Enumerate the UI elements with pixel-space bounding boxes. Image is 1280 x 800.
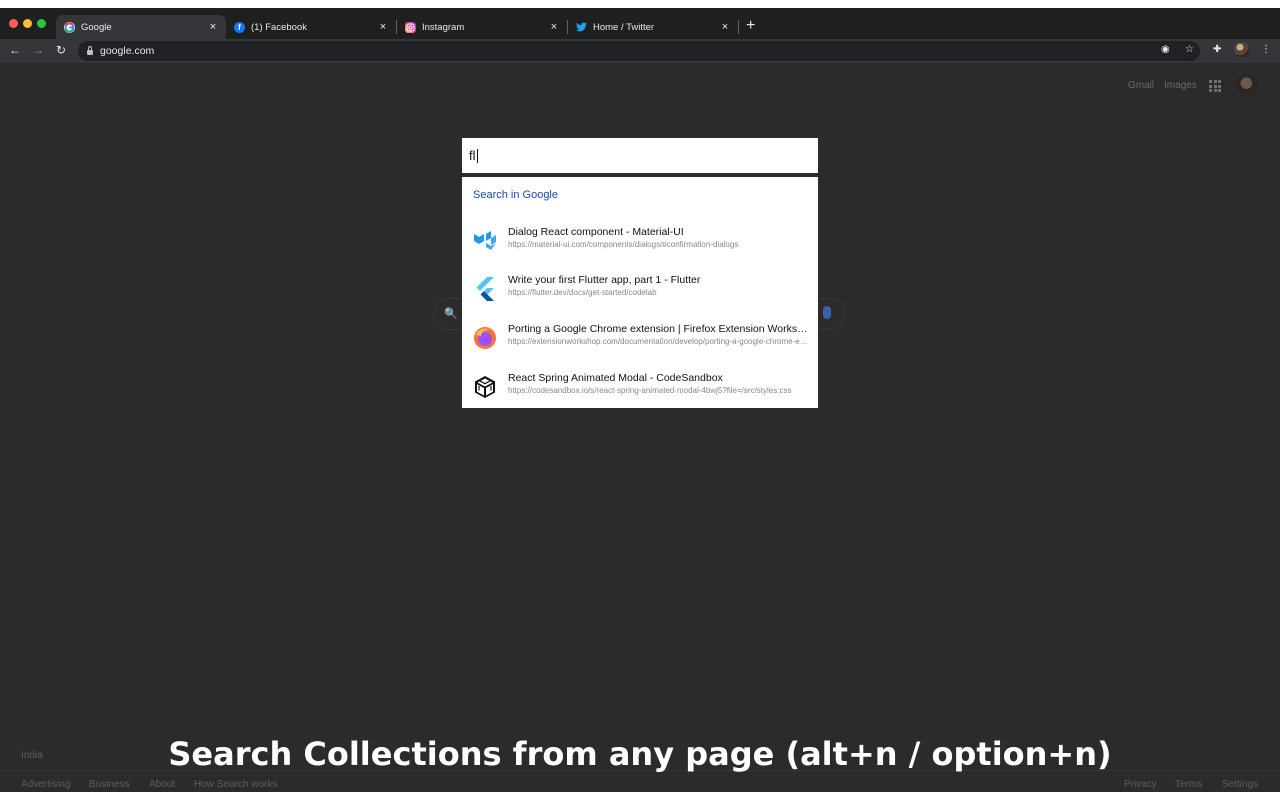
gmail-link[interactable]: Gmail [1128,80,1154,91]
search-in-google-link[interactable]: Search in Google [473,189,558,201]
result-url: https://extensionworkshop.com/documentat… [508,337,808,346]
puzzle-icon[interactable]: ✚ [1213,44,1221,55]
feature-caption: Search Collections from any page (alt+n … [168,735,1112,773]
result-item[interactable]: Dialog React component - Material-UI htt… [462,226,818,274]
tab-separator [738,20,739,34]
apps-grid-icon[interactable] [1209,80,1221,92]
result-title: React Spring Animated Modal - CodeSandbo… [508,372,723,384]
collections-search-input[interactable]: fl [462,138,818,173]
flutter-icon [473,277,497,301]
target-icon[interactable]: ◉ [1161,44,1170,55]
footer-about-link[interactable]: About [149,779,175,790]
result-url: https://material-ui.com/components/dialo… [508,240,739,249]
forward-button[interactable]: → [30,42,46,58]
tab-title: Google [81,21,112,33]
material-ui-icon [473,229,497,253]
close-window-button[interactable] [9,19,18,28]
result-item[interactable]: Write your first Flutter app, part 1 - F… [462,274,818,322]
tab-google[interactable]: Google × [56,15,226,39]
profile-avatar[interactable] [1234,42,1249,57]
tab-title: Home / Twitter [593,21,655,33]
footer-business-link[interactable]: Business [89,779,130,790]
text-caret [476,148,478,163]
reload-button[interactable]: ↻ [53,42,69,58]
tab-close-icon[interactable]: × [547,21,561,33]
new-tab-button[interactable]: + [746,18,755,34]
toolbar: ← → ↻ google.com ◉ ☆ ✚ ⋮ [0,39,1280,63]
result-title: Write your first Flutter app, part 1 - F… [508,274,701,286]
tab-strip: Google × f (1) Facebook × Instagram × Ho… [0,8,1280,39]
tab-close-icon[interactable]: × [376,21,390,33]
footer-terms-link[interactable]: Terms [1175,779,1202,790]
tab-facebook[interactable]: f (1) Facebook × [226,15,396,39]
tab-title: (1) Facebook [251,21,307,33]
result-item[interactable]: React Spring Animated Modal - CodeSandbo… [462,372,818,420]
lock-icon [87,45,93,55]
footer-how-search-works-link[interactable]: How Search works [194,779,277,790]
footer-settings-link[interactable]: Settings [1222,779,1258,790]
facebook-favicon-icon: f [234,21,245,33]
result-title: Dialog React component - Material-UI [508,226,684,238]
result-url: https://flutter.dev/docs/get-started/cod… [508,288,657,297]
images-link[interactable]: Images [1164,80,1197,91]
more-icon[interactable]: ⋮ [1261,44,1271,55]
mic-icon[interactable] [823,306,831,319]
browser-window: Google × f (1) Facebook × Instagram × Ho… [0,8,1280,792]
maximize-window-button[interactable] [37,19,46,28]
google-account-avatar[interactable] [1236,74,1259,97]
tab-twitter[interactable]: Home / Twitter × [568,15,738,39]
google-favicon-icon [64,21,75,33]
firefox-icon [473,326,497,350]
footer-privacy-link[interactable]: Privacy [1124,779,1157,790]
twitter-favicon-icon [576,22,587,33]
search-query: fl [469,148,476,163]
result-item[interactable]: Porting a Google Chrome extension | Fire… [462,323,818,371]
address-bar[interactable]: google.com [78,41,1200,61]
suggestions-panel: Search in Google Dialog React component … [462,177,818,408]
tab-instagram[interactable]: Instagram × [397,15,567,39]
result-url: https://codesandbox.io/s/react-spring-an… [508,386,792,395]
tab-close-icon[interactable]: × [206,21,220,33]
instagram-favicon-icon [405,21,416,33]
back-button[interactable]: ← [7,42,23,58]
tab-close-icon[interactable]: × [718,21,732,33]
codesandbox-icon [473,375,497,399]
address-text: google.com [100,45,155,57]
star-icon[interactable]: ☆ [1185,44,1194,55]
footer-advertising-link[interactable]: Advertising [21,779,70,790]
result-title: Porting a Google Chrome extension | Fire… [508,323,808,335]
search-icon: 🔍 [444,308,458,320]
tab-title: Instagram [422,21,465,33]
minimize-window-button[interactable] [23,19,32,28]
